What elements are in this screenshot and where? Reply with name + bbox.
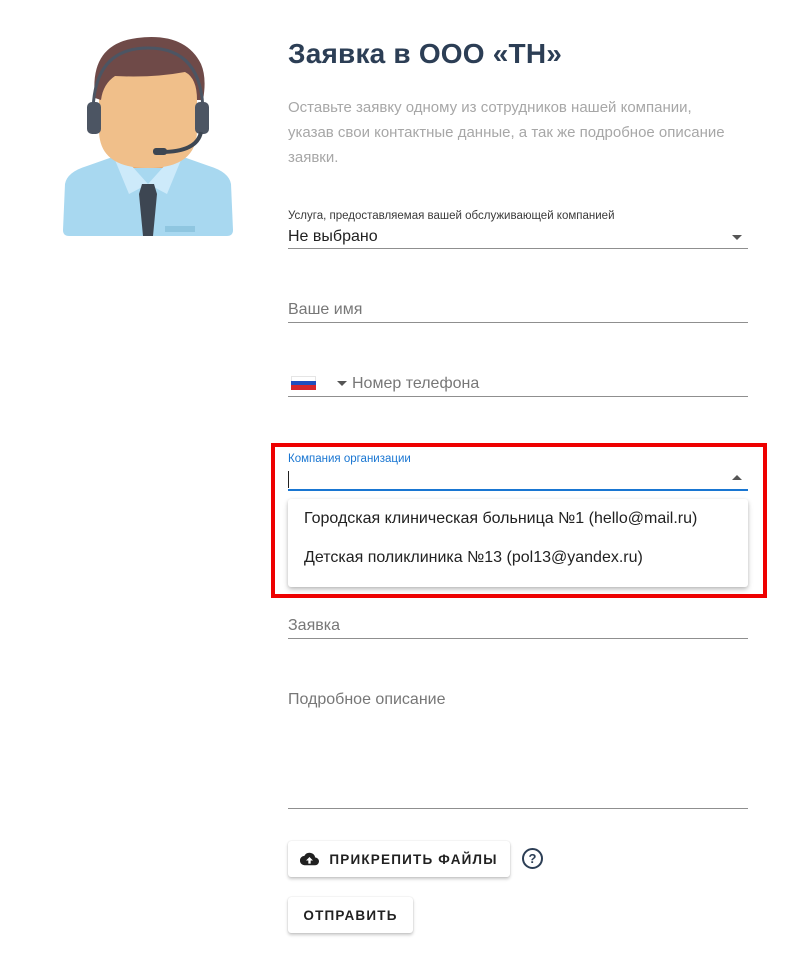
page-title: Заявка в ООО «ТН» [288, 38, 563, 69]
service-select[interactable]: Услуга, предоставляемая вашей обслуживаю… [288, 208, 748, 249]
page-description: Оставьте заявку одному из сотрудников на… [288, 99, 725, 166]
russia-flag-icon[interactable] [291, 376, 316, 390]
dropdown-arrow-icon[interactable] [732, 235, 742, 240]
service-select-label: Услуга, предоставляемая вашей обслуживаю… [288, 210, 615, 222]
support-agent-avatar [57, 34, 239, 236]
details-textarea-placeholder: Подробное описание [288, 691, 446, 708]
phone-input-placeholder: Номер телефона [352, 375, 480, 392]
company-option-polyclinic[interactable]: Детская поликлиника №13 (pol13@yandex.ru… [304, 549, 643, 567]
name-input-placeholder: Ваше имя [288, 301, 363, 318]
submit-button[interactable]: ОТПРАВИТЬ [288, 897, 413, 933]
service-select-value: Не выбрано [288, 228, 378, 245]
text-cursor [288, 471, 289, 488]
attach-files-label: ПРИКРЕПИТЬ ФАЙЛЫ [329, 851, 498, 867]
company-option-hospital[interactable]: Городская клиническая больница №1 (hello… [304, 510, 697, 528]
details-textarea[interactable]: Подробное описание [288, 690, 748, 809]
name-input[interactable]: Ваше имя [288, 300, 748, 323]
request-input-placeholder: Заявка [288, 617, 340, 634]
company-options-menu: Городская клиническая больница №1 (hello… [288, 499, 748, 587]
attach-files-button[interactable]: ПРИКРЕПИТЬ ФАЙЛЫ [288, 841, 510, 877]
submit-label: ОТПРАВИТЬ [303, 907, 398, 923]
cloud-upload-icon [300, 852, 320, 866]
company-autocomplete-label: Компания организации [288, 453, 411, 465]
country-dropdown-arrow-icon[interactable] [337, 381, 347, 386]
phone-input[interactable]: Номер телефона [288, 375, 748, 397]
request-input[interactable]: Заявка [288, 616, 748, 639]
help-circle-icon[interactable]: ? [522, 848, 543, 869]
company-autocomplete[interactable]: Компания организации [288, 452, 748, 491]
dropdown-arrow-up-icon[interactable] [732, 475, 742, 480]
